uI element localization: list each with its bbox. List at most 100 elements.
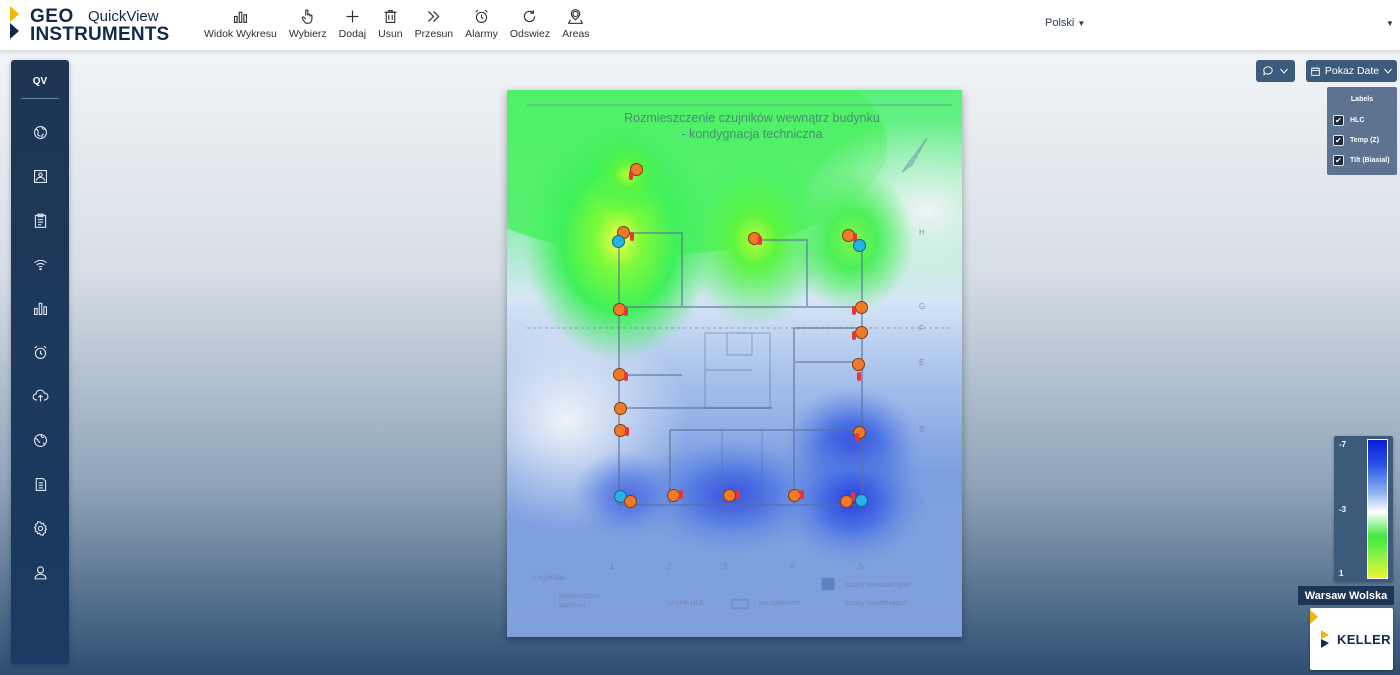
label-toggle-text: Tilt (Biaxial)	[1350, 156, 1390, 164]
map-title-line-2: - kondygnacja techniczna	[681, 127, 823, 141]
plus-icon	[346, 10, 359, 23]
hlc-sensor-marker[interactable]	[855, 301, 868, 314]
logo-mark-icon	[10, 6, 19, 39]
areas-button[interactable]: Areas	[556, 8, 595, 44]
user-menu-caret-icon[interactable]: ▼	[1386, 19, 1394, 28]
language-dropdown[interactable]: Polski ▼	[1045, 17, 1085, 29]
hlc-sensor-marker[interactable]	[852, 358, 865, 371]
top-bar: GEO QuickView INSTRUMENTS Widok Wykresu …	[0, 0, 1400, 51]
sidebar-item-documents[interactable]	[28, 472, 52, 496]
labels-panel: Labels ✔ HLC ✔ Temp (Z) ✔ Tilt (Biaxial)	[1327, 87, 1397, 175]
sidebar-header[interactable]: QV	[11, 76, 69, 87]
chevron-down-icon	[1384, 68, 1393, 74]
scale-min-label: 1	[1339, 569, 1344, 578]
keller-logo-card[interactable]: KELLER	[1310, 608, 1393, 670]
scale-max-label: -7	[1339, 440, 1347, 449]
przesun-label: Przesun	[414, 28, 454, 40]
hlc-sensor-marker[interactable]	[624, 495, 637, 508]
comment-icon	[1263, 66, 1273, 76]
labels-panel-header: Labels	[1350, 96, 1374, 103]
wybierz-button[interactable]: Wybierz	[283, 8, 333, 44]
show-date-button[interactable]: Pokaz Date	[1306, 60, 1397, 82]
keller-mark-icon	[1321, 630, 1329, 648]
calendar-icon	[1311, 66, 1320, 76]
sidebar-item-wireless[interactable]	[28, 252, 52, 276]
sensor-heatmap[interactable]: Rozmieszczenie czujników wewnątrz budynk…	[507, 90, 962, 637]
row-label: H	[919, 228, 925, 237]
checkbox-checked-icon[interactable]: ✔	[1333, 154, 1344, 166]
tilt-sensor-marker[interactable]	[855, 494, 868, 507]
document-icon	[35, 477, 46, 491]
keller-logo: KELLER	[1320, 630, 1391, 648]
pointer-hand-icon	[302, 9, 313, 24]
settings-icon	[33, 520, 47, 536]
row-label: F	[919, 324, 924, 333]
usun-label: Usun	[378, 28, 403, 40]
map-title-line-1: Rozmieszczenie czujników wewnątrz budynk…	[624, 111, 880, 125]
legend-title: Legenda:	[533, 573, 567, 582]
dodaj-button[interactable]: Dodaj	[333, 8, 372, 44]
map-title: Rozmieszczenie czujników wewnątrz budynk…	[597, 110, 907, 142]
alarmy-label: Alarmy	[465, 28, 498, 40]
thermometer-icon	[625, 427, 629, 436]
sidebar-item-reports[interactable]	[28, 208, 52, 232]
checkbox-checked-icon[interactable]: ✔	[1333, 134, 1344, 146]
logo-instruments-text: INSTRUMENTS	[30, 24, 170, 45]
usun-button[interactable]: Usun	[372, 8, 409, 44]
sidebar-item-settings[interactable]	[28, 516, 52, 540]
sidebar-item-map[interactable]	[28, 428, 52, 452]
legend-item: powierzchnia budynku	[559, 593, 600, 609]
alarm-clock-icon	[475, 9, 488, 24]
checkbox-checked-icon[interactable]: ✔	[1333, 114, 1344, 126]
refresh-icon	[524, 10, 536, 23]
comments-dropdown-button[interactable]	[1256, 60, 1295, 82]
col-label: 5	[859, 562, 864, 571]
row-label: G	[919, 302, 926, 311]
sidebar-item-globe[interactable]	[28, 120, 52, 144]
row-label: B	[919, 425, 925, 434]
sidebar: QV	[11, 60, 69, 664]
col-label: 4	[790, 562, 795, 571]
sidebar-item-charts[interactable]	[28, 296, 52, 320]
legend-item: ściany konstrukcyjne	[845, 582, 910, 589]
alarmy-button[interactable]: Alarmy	[459, 8, 504, 44]
label-toggle-temp[interactable]: ✔ Temp (Z)	[1333, 133, 1379, 147]
color-scale-gradient	[1367, 439, 1388, 579]
odswiez-button[interactable]: Odswiez	[504, 8, 556, 44]
thermometer-icon	[852, 306, 856, 315]
clipboard-icon	[34, 213, 46, 228]
col-label: 3	[723, 562, 728, 571]
keller-text: KELLER	[1337, 631, 1391, 647]
thermometer-icon	[758, 236, 762, 245]
thermometer-icon	[629, 171, 633, 180]
hlc-sensor-marker[interactable]	[855, 326, 868, 339]
sidebar-item-user[interactable]	[28, 560, 52, 584]
przesun-button[interactable]: Przesun	[409, 8, 460, 44]
tilt-sensor-marker[interactable]	[612, 235, 625, 248]
sidebar-item-alarms[interactable]	[28, 340, 52, 364]
trash-icon	[384, 9, 397, 24]
label-toggle-text: HLC	[1350, 116, 1365, 124]
thermometer-icon	[630, 232, 634, 241]
areas-label: Areas	[562, 28, 590, 40]
label-toggle-hlc[interactable]: ✔ HLC	[1333, 113, 1364, 127]
sidebar-item-upload[interactable]	[28, 384, 52, 408]
alarm-clock-icon	[33, 345, 47, 359]
row-label: A	[919, 498, 925, 507]
thermometer-icon	[857, 372, 861, 381]
scale-mid-label: -3	[1339, 505, 1347, 514]
thermometer-icon	[624, 307, 628, 316]
logo-product-text: QuickView	[88, 8, 159, 25]
wifi-icon	[33, 259, 47, 270]
site-name-badge[interactable]: Warsaw Wolska	[1298, 586, 1394, 605]
widok-wykresu-label: Widok Wykresu	[204, 28, 277, 40]
label-toggle-tilt[interactable]: ✔ Tilt (Biaxial)	[1333, 153, 1390, 167]
sidebar-item-images[interactable]	[28, 164, 52, 188]
widok-wykresu-button[interactable]: Widok Wykresu	[198, 8, 283, 44]
tilt-sensor-marker[interactable]	[853, 239, 866, 252]
hlc-sensor-marker[interactable]	[723, 489, 736, 502]
hlc-sensor-marker[interactable]	[614, 402, 627, 415]
show-date-label: Pokaz Date	[1324, 65, 1380, 77]
geo-instruments-logo[interactable]: GEO QuickView INSTRUMENTS	[8, 4, 188, 46]
toolbar: Widok Wykresu Wybierz Dodaj Usun Przesun	[198, 8, 596, 44]
